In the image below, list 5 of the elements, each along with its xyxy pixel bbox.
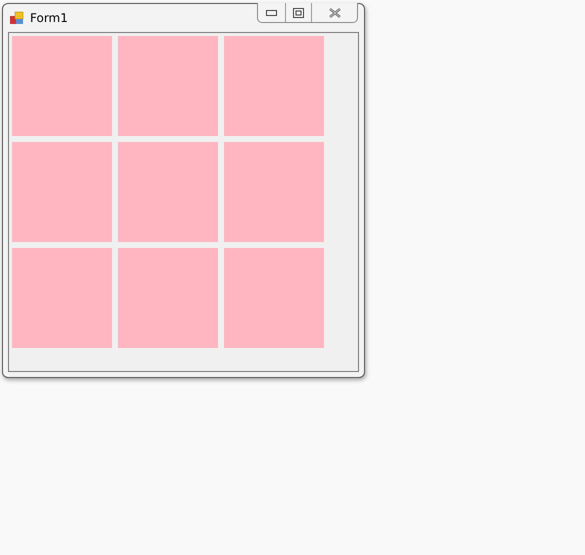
maximize-icon xyxy=(293,8,304,18)
close-icon xyxy=(328,8,340,18)
app-icon xyxy=(10,11,24,25)
minimize-icon xyxy=(266,10,277,16)
window-title: Form1 xyxy=(30,11,68,25)
